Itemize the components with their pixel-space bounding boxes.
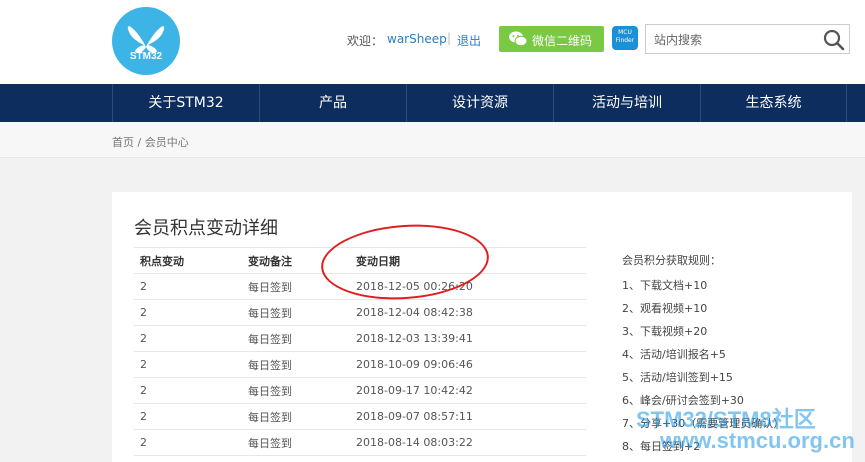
nav-item-about[interactable]: 关于STM32 <box>112 84 259 122</box>
table-row: 2 每日签到 2018-12-03 13:39:41 <box>134 325 586 352</box>
page-title: 会员积点变动详细 <box>134 218 278 239</box>
table-row: 2 每日签到 2018-09-17 10:42:42 <box>134 377 586 404</box>
cell-date: 2018-10-09 09:06:46 <box>350 351 586 378</box>
wechat-qr-label: 微信二维码 <box>532 34 593 48</box>
cell-remark: 每日签到 <box>242 325 350 352</box>
cell-date: 2018-09-07 08:57:11 <box>350 403 586 430</box>
cell-remark: 每日签到 <box>242 377 350 404</box>
cell-date: 2018-09-17 10:42:42 <box>350 377 586 404</box>
nav-item-ecosystem[interactable]: 生态系统 <box>700 84 847 122</box>
breadcrumb-bar: 首页 / 会员中心 <box>0 122 865 158</box>
table-row: 2 每日签到 2018-09-07 08:57:11 <box>134 403 586 430</box>
search-icon[interactable] <box>823 29 845 51</box>
nav-item-events-training[interactable]: 活动与培训 <box>553 84 700 122</box>
cell-date: 2018-12-03 13:39:41 <box>350 325 586 352</box>
table-row: 2 每日签到 2018-12-04 08:42:38 <box>134 299 586 326</box>
search-box <box>645 24 850 54</box>
table-row: 2 每日签到 2018-08-14 08:03:22 <box>134 429 586 456</box>
welcome-label: 欢迎： <box>347 34 384 48</box>
main-nav: 关于STM32 产品 设计资源 活动与培训 生态系统 <box>0 84 865 122</box>
cell-points: 2 <box>134 351 242 378</box>
stm32-logo[interactable]: STM32 <box>112 7 180 75</box>
rule-item: 5、活动/培训签到+15 <box>622 371 733 384</box>
username-link[interactable]: warSheep <box>387 32 447 46</box>
breadcrumb[interactable]: 首页 / 会员中心 <box>112 134 189 150</box>
cell-remark: 每日签到 <box>242 403 350 430</box>
rule-item: 2、观看视频+10 <box>622 302 708 315</box>
watermark-url: www.stmcu.org.cn <box>660 428 855 453</box>
separator: | <box>447 31 452 45</box>
cell-remark: 每日签到 <box>242 429 350 456</box>
rule-item: 3、下载视频+20 <box>622 325 708 338</box>
mcu-finder-icon[interactable]: MCU Finder <box>612 26 638 50</box>
wechat-icon <box>509 31 527 47</box>
cell-points: 2 <box>134 429 242 456</box>
nav-item-design-resources[interactable]: 设计资源 <box>406 84 553 122</box>
logout-link[interactable]: 退出 <box>457 32 481 49</box>
logo-text: STM32 <box>129 51 163 62</box>
cell-date: 2018-08-14 08:03:22 <box>350 429 586 456</box>
cell-points: 2 <box>134 403 242 430</box>
butterfly-icon <box>127 26 165 53</box>
column-header-points: 积点变动 <box>134 247 242 274</box>
cell-points: 2 <box>134 299 242 326</box>
rule-item: 4、活动/培训报名+5 <box>622 348 726 361</box>
table-row: 2 每日签到 2018-10-09 09:06:46 <box>134 351 586 378</box>
rules-title: 会员积分获取规则： <box>622 254 721 267</box>
cell-remark: 每日签到 <box>242 299 350 326</box>
cell-remark: 每日签到 <box>242 351 350 378</box>
site-header: STM32 欢迎： warSheep | 退出 微信二维码 MCU Finder <box>0 0 865 84</box>
rule-item: 1、下载文档+10 <box>622 279 708 292</box>
wechat-qr-button[interactable]: 微信二维码 <box>499 26 604 52</box>
search-input[interactable] <box>654 31 814 49</box>
cell-points: 2 <box>134 273 242 300</box>
cell-points: 2 <box>134 377 242 404</box>
cell-points: 2 <box>134 325 242 352</box>
cell-date: 2018-12-04 08:42:38 <box>350 299 586 326</box>
nav-item-products[interactable]: 产品 <box>259 84 406 122</box>
